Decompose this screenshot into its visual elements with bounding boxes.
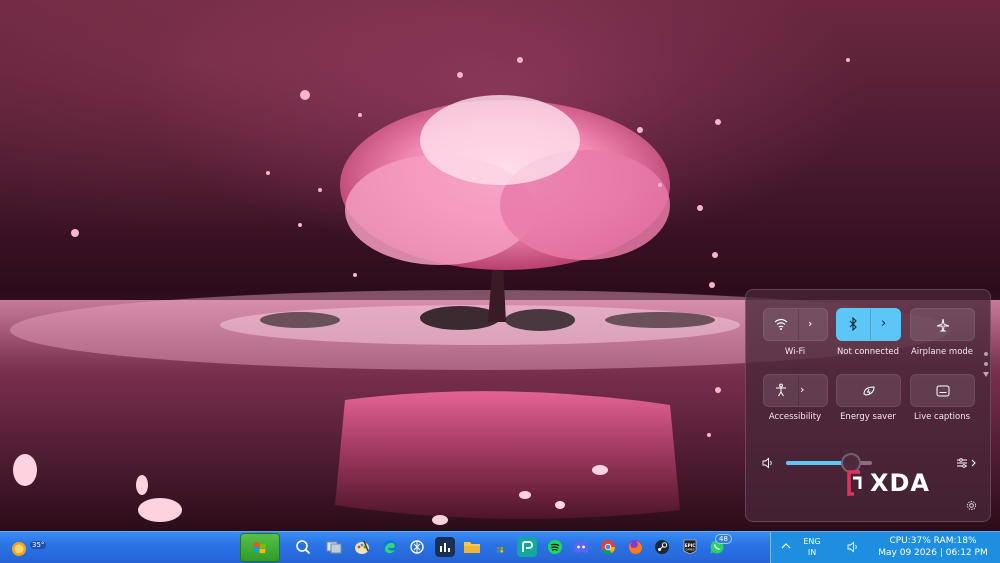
stats-app-icon[interactable] [435, 537, 455, 557]
airplane-mode-tile[interactable] [910, 308, 975, 341]
bluetooth-label: Not connected [836, 347, 900, 357]
search-icon[interactable] [293, 537, 313, 557]
firefox-icon[interactable] [625, 537, 645, 557]
wifi-icon [774, 317, 788, 331]
file-explorer-icon[interactable] [462, 537, 482, 557]
xda-watermark: XDA [846, 468, 930, 498]
spotify-icon[interactable] [545, 537, 565, 557]
chatgpt-icon[interactable] [407, 537, 427, 557]
chevron-down-icon[interactable] [983, 372, 989, 377]
whatsapp-notification-badge: 48 [715, 534, 732, 544]
chevron-up-icon[interactable] [781, 542, 791, 550]
volume-slider[interactable] [786, 453, 872, 473]
quick-settings-page-indicator[interactable] [981, 352, 991, 383]
volume-tray-icon[interactable] [847, 541, 859, 553]
pc-manager-icon[interactable] [517, 537, 537, 557]
language-code: ENG [803, 537, 821, 546]
clock[interactable]: CPU:37% RAM:18% May 09 2026 | 06:12 PM [869, 535, 997, 559]
bluetooth-chevron-right-icon[interactable]: › [881, 316, 886, 331]
gear-icon[interactable] [966, 500, 977, 511]
bluetooth-tile[interactable]: › [836, 308, 901, 341]
weather-widget[interactable]: 35° [10, 538, 47, 558]
weather-temperature: 35° [30, 541, 47, 549]
system-stats: CPU:37% RAM:18% [889, 536, 977, 546]
speaker-icon[interactable] [762, 457, 774, 469]
chrome-icon[interactable] [598, 537, 618, 557]
date-time: May 09 2026 | 06:12 PM [878, 548, 988, 558]
epic-games-icon[interactable]: EPIC GAMES [680, 537, 700, 557]
svg-text:GAMES: GAMES [685, 548, 695, 552]
svg-text:EPIC: EPIC [685, 543, 696, 548]
xda-logo-bracket-icon [847, 470, 862, 496]
audio-mixer-icon[interactable] [956, 457, 978, 469]
weather-sun-icon [12, 542, 26, 556]
bluetooth-icon [847, 317, 859, 331]
edge-icon[interactable] [380, 537, 400, 557]
page-dot[interactable] [984, 362, 988, 366]
accessibility-tile[interactable]: › [763, 374, 828, 407]
wifi-tile[interactable]: › [763, 308, 828, 341]
start-button[interactable] [240, 533, 280, 562]
system-tray: ENG IN CPU:37% RAM:18% May 09 2026 | 06:… [770, 532, 1000, 563]
live-captions-label: Live captions [913, 412, 971, 422]
language-region: IN [807, 548, 817, 557]
wifi-label: Wi-Fi [784, 347, 806, 357]
discord-icon[interactable] [571, 537, 591, 557]
energy-saver-label: Energy saver [840, 412, 896, 422]
language-indicator[interactable]: ENG IN [801, 536, 823, 558]
accessibility-icon [774, 383, 788, 397]
accessibility-chevron-right-icon[interactable]: › [800, 383, 804, 396]
accessibility-label: Accessibility [768, 412, 822, 422]
live-captions-tile[interactable] [910, 374, 975, 407]
airplane-icon [936, 318, 950, 332]
airplane-mode-label: Airplane mode [910, 347, 974, 357]
energy-saver-tile[interactable] [836, 374, 901, 407]
energy-saver-icon [862, 384, 876, 398]
captions-icon [936, 385, 950, 397]
xda-watermark-text: XDA [870, 469, 930, 497]
store-icon[interactable] [490, 537, 510, 557]
paint-icon[interactable] [352, 537, 372, 557]
steam-icon[interactable] [652, 537, 672, 557]
windows-xp-logo-icon [253, 542, 266, 553]
page-dot[interactable] [984, 352, 988, 356]
wifi-chevron-right-icon[interactable]: › [808, 317, 812, 330]
task-view-icon[interactable] [324, 537, 344, 557]
